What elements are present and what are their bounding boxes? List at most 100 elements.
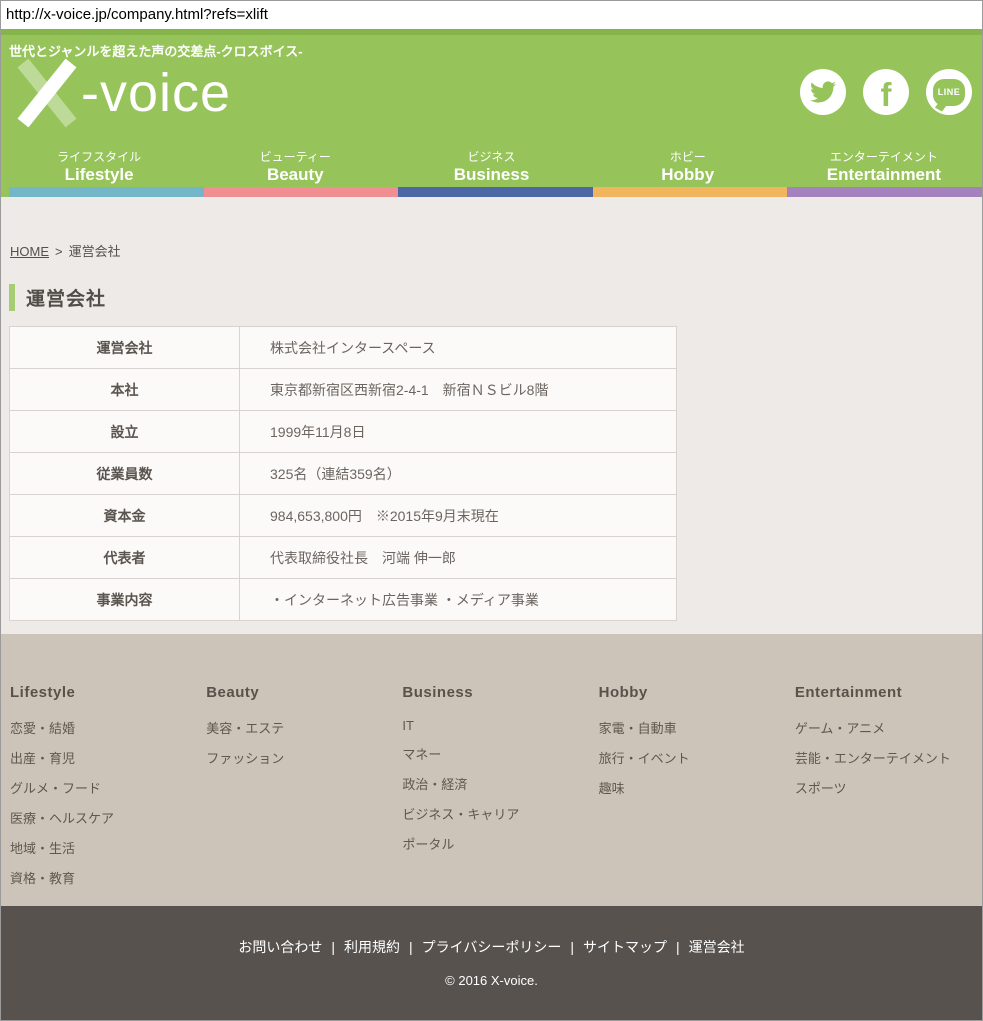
nav-stripe-entertainment	[787, 187, 982, 197]
nav-item-beauty[interactable]: ビューティー Beauty	[197, 149, 393, 187]
footer-link[interactable]: 趣味	[599, 778, 786, 797]
breadcrumb-home-link[interactable]: HOME	[10, 244, 49, 259]
row-value: 代表取締役社長 河端 伸一郎	[240, 537, 677, 579]
footer-link[interactable]: 美容・エステ	[206, 718, 393, 737]
footer-link[interactable]: 資格・教育	[10, 868, 197, 887]
nav-en-label: Beauty	[197, 165, 393, 185]
row-label: 本社	[10, 369, 240, 411]
breadcrumb-separator: >	[55, 244, 63, 259]
footer-col-title: Entertainment	[795, 684, 982, 701]
copyright: © 2016 X-voice.	[1, 973, 982, 988]
row-value: 株式会社インタースペース	[240, 327, 677, 369]
nav-en-label: Lifestyle	[1, 165, 197, 185]
table-row: 事業内容 ・インターネット広告事業 ・メディア事業	[10, 579, 677, 621]
footer-link[interactable]: スポーツ	[795, 778, 982, 797]
row-value: 984,653,800円 ※2015年9月末現在	[240, 495, 677, 537]
row-value: 325名（連結359名）	[240, 453, 677, 495]
nav-stripe-business	[398, 187, 593, 197]
footer-link[interactable]: 政治・経済	[402, 774, 589, 793]
page-title: 運営会社	[26, 284, 106, 311]
nav-jp-label: ホビー	[590, 149, 786, 165]
logo-row: -voice f LINE	[1, 57, 982, 147]
footer-link-company[interactable]: 運営会社	[689, 939, 745, 955]
nav-stripe-hobby	[593, 187, 788, 197]
facebook-icon: f	[881, 78, 892, 111]
breadcrumb-current: 運営会社	[69, 244, 121, 259]
nav-jp-label: ビューティー	[197, 149, 393, 165]
twitter-icon	[810, 79, 836, 105]
footer-col-business: Business IT マネー 政治・経済 ビジネス・キャリア ポータル	[393, 684, 589, 906]
footer-col-beauty: Beauty 美容・エステ ファッション	[197, 684, 393, 906]
row-value: 東京都新宿区西新宿2-4-1 新宿ＮＳビル8階	[240, 369, 677, 411]
footer-link[interactable]: 地域・生活	[10, 838, 197, 857]
social-icons: f LINE	[800, 69, 972, 115]
footer-link-sitemap[interactable]: サイトマップ	[583, 939, 667, 955]
main-content: HOME > 運営会社 運営会社 運営会社 株式会社インタースペース 本社 東京都新…	[1, 197, 982, 634]
table-row: 従業員数 325名（連結359名）	[10, 453, 677, 495]
footer-link[interactable]: 芸能・エンターテイメント	[795, 748, 982, 767]
footer-link-contact[interactable]: お問い合わせ	[238, 939, 322, 955]
footer-link[interactable]: 家電・自動車	[599, 718, 786, 737]
bottom-footer-links: お問い合わせ|利用規約|プライバシーポリシー|サイトマップ|運営会社	[1, 937, 982, 957]
footer-link-separator: |	[331, 939, 335, 955]
company-info-table: 運営会社 株式会社インタースペース 本社 東京都新宿区西新宿2-4-1 新宿ＮＳ…	[9, 326, 677, 621]
nav-en-label: Business	[393, 165, 589, 185]
footer-col-title: Lifestyle	[10, 684, 197, 701]
footer-link-separator: |	[409, 939, 413, 955]
twitter-button[interactable]	[800, 69, 846, 115]
nav-en-label: Entertainment	[786, 165, 982, 185]
row-label: 代表者	[10, 537, 240, 579]
footer-col-title: Hobby	[599, 684, 786, 701]
page: http://x-voice.jp/company.html?refs=xlif…	[0, 0, 983, 1021]
row-label: 従業員数	[10, 453, 240, 495]
row-label: 設立	[10, 411, 240, 453]
row-label: 事業内容	[10, 579, 240, 621]
footer-link[interactable]: ビジネス・キャリア	[402, 804, 589, 823]
table-row: 設立 1999年11月8日	[10, 411, 677, 453]
footer-link[interactable]: ゲーム・アニメ	[795, 718, 982, 737]
footer-link[interactable]: IT	[402, 718, 589, 733]
address-bar[interactable]: http://x-voice.jp/company.html?refs=xlif…	[1, 1, 982, 29]
bottom-footer: お問い合わせ|利用規約|プライバシーポリシー|サイトマップ|運営会社 © 201…	[1, 906, 982, 1021]
footer-link[interactable]: グルメ・フード	[10, 778, 197, 797]
footer-link[interactable]: 旅行・イベント	[599, 748, 786, 767]
line-icon-label: LINE	[938, 87, 961, 97]
nav-item-entertainment[interactable]: エンターテイメント Entertainment	[786, 149, 982, 187]
nav-en-label: Hobby	[590, 165, 786, 185]
footer-link[interactable]: 医療・ヘルスケア	[10, 808, 197, 827]
footer-link-terms[interactable]: 利用規約	[344, 939, 400, 955]
nav-jp-label: エンターテイメント	[786, 149, 982, 165]
footer-link[interactable]: ファッション	[206, 748, 393, 767]
footer-link[interactable]: マネー	[402, 744, 589, 763]
footer-col-entertainment: Entertainment ゲーム・アニメ 芸能・エンターテイメント スポーツ	[786, 684, 982, 906]
nav-item-business[interactable]: ビジネス Business	[393, 149, 589, 187]
row-label: 運営会社	[10, 327, 240, 369]
footer-col-title: Business	[402, 684, 589, 701]
nav-jp-label: ビジネス	[393, 149, 589, 165]
logo-x-icon	[9, 58, 81, 128]
footer-col-lifestyle: Lifestyle 恋愛・結婚 出産・育児 グルメ・フード 医療・ヘルスケア 地…	[1, 684, 197, 906]
facebook-button[interactable]: f	[863, 69, 909, 115]
nav-stripe-beauty	[204, 187, 399, 197]
page-title-accent-bar	[9, 284, 15, 311]
footer-link[interactable]: ポータル	[402, 834, 589, 853]
table-row: 運営会社 株式会社インタースペース	[10, 327, 677, 369]
page-title-block: 運営会社	[9, 284, 982, 311]
footer-col-hobby: Hobby 家電・自動車 旅行・イベント 趣味	[590, 684, 786, 906]
row-value: 1999年11月8日	[240, 411, 677, 453]
logo-text: -voice	[81, 58, 231, 128]
nav-item-lifestyle[interactable]: ライフスタイル Lifestyle	[1, 149, 197, 187]
main-nav: ライフスタイル Lifestyle ビューティー Beauty ビジネス Bus…	[1, 147, 982, 187]
site-logo[interactable]: -voice	[9, 58, 231, 128]
nav-stripe-lifestyle	[9, 187, 204, 197]
footer-link[interactable]: 出産・育児	[10, 748, 197, 767]
line-button[interactable]: LINE	[926, 69, 972, 115]
row-label: 資本金	[10, 495, 240, 537]
footer-link-separator: |	[570, 939, 574, 955]
table-row: 資本金 984,653,800円 ※2015年9月末現在	[10, 495, 677, 537]
nav-color-stripes	[1, 187, 982, 197]
footer-link[interactable]: 恋愛・結婚	[10, 718, 197, 737]
footer-link-privacy[interactable]: プライバシーポリシー	[422, 939, 562, 955]
table-row: 本社 東京都新宿区西新宿2-4-1 新宿ＮＳビル8階	[10, 369, 677, 411]
nav-item-hobby[interactable]: ホビー Hobby	[590, 149, 786, 187]
